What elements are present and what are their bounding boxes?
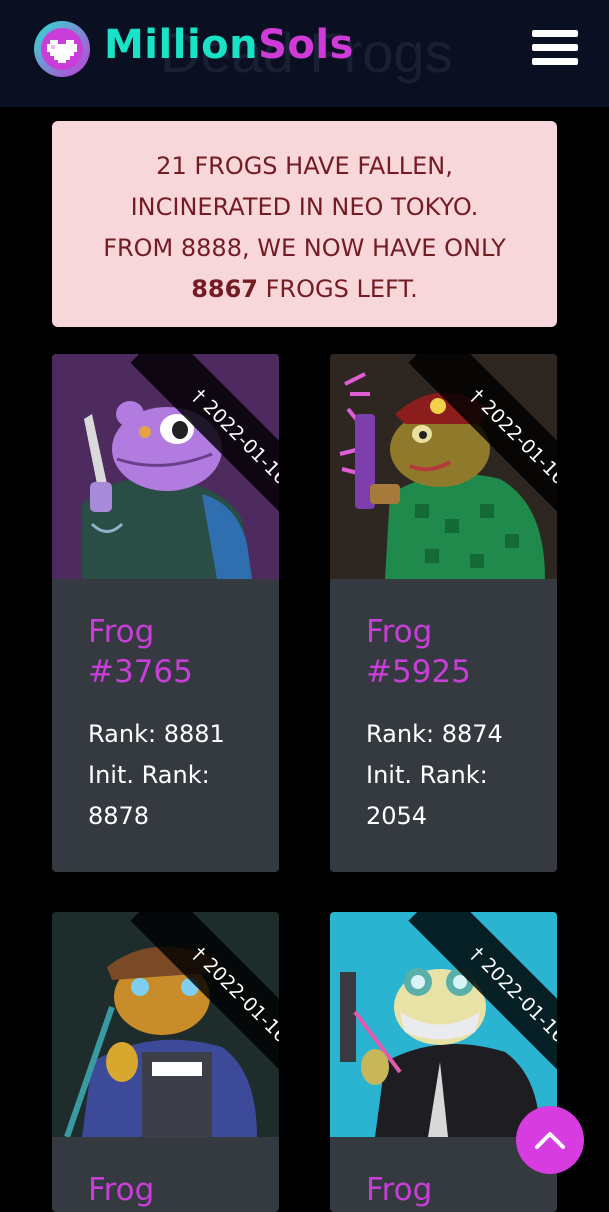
frog-rank-info: Rank: 8874 Init. Rank: 2054 bbox=[366, 714, 546, 837]
frog-card[interactable]: † 2022-01-16 Frog bbox=[52, 912, 279, 1212]
frog-card[interactable]: † 2022-01-16 Frog #3765 Rank: 8881 Init.… bbox=[52, 354, 279, 872]
frog-name-word: Frog bbox=[88, 614, 155, 650]
frog-card[interactable]: † 2022-01-16 Frog #5925 Rank: 8874 Init.… bbox=[330, 354, 557, 872]
navbar: Dead Frogs MillionSols bbox=[0, 0, 609, 107]
brand-logo-text[interactable]: MillionSols bbox=[104, 22, 354, 68]
frog-name[interactable]: Frog #3765 bbox=[88, 612, 268, 692]
chevron-up-icon bbox=[535, 1132, 565, 1149]
frog-image[interactable]: † 2022-01-16 bbox=[52, 912, 279, 1137]
remaining-count: 8867 bbox=[191, 275, 258, 303]
rank-label: Rank: bbox=[366, 720, 442, 748]
frog-rank-info: Rank: 8881 Init. Rank: 8878 bbox=[88, 714, 268, 837]
frog-name-word: Frog bbox=[366, 1172, 433, 1208]
rank-value: 8874 bbox=[441, 720, 503, 748]
init-rank-value: 2054 bbox=[366, 802, 428, 830]
frog-number: #3765 bbox=[88, 654, 193, 690]
frog-image[interactable]: † 2022-01-16 bbox=[330, 354, 557, 579]
frog-name[interactable]: Frog bbox=[88, 1170, 268, 1210]
frog-name-word: Frog bbox=[366, 614, 433, 650]
scroll-to-top-button[interactable] bbox=[516, 1106, 584, 1174]
hamburger-menu-icon[interactable] bbox=[532, 30, 578, 66]
frog-card[interactable]: † 2022-01-16 Frog bbox=[330, 912, 557, 1212]
alert-line-1: 21 FROGS HAVE FALLEN, bbox=[156, 152, 453, 180]
frog-image[interactable]: † 2022-01-16 bbox=[330, 912, 557, 1137]
init-rank-value: 8878 bbox=[88, 802, 150, 830]
alert-line-4: 8867 FROGS LEFT. bbox=[52, 269, 557, 310]
frog-image[interactable]: † 2022-01-16 bbox=[52, 354, 279, 579]
frog-name-word: Frog bbox=[88, 1172, 155, 1208]
fallen-frogs-alert: 21 FROGS HAVE FALLEN, INCINERATED IN NEO… bbox=[52, 121, 557, 327]
frog-name[interactable]: Frog #5925 bbox=[366, 612, 546, 692]
init-rank-label: Init. Rank: bbox=[366, 761, 488, 789]
frog-name[interactable]: Frog bbox=[366, 1170, 546, 1210]
alert-line-3: FROM 8888, WE NOW HAVE ONLY bbox=[103, 234, 506, 262]
pixel-heart-icon[interactable] bbox=[33, 20, 91, 78]
alert-line-2: INCINERATED IN NEO TOKYO. bbox=[130, 193, 479, 221]
rank-value: 8881 bbox=[163, 720, 225, 748]
brand-part2: Sols bbox=[258, 22, 354, 68]
frog-number: #5925 bbox=[366, 654, 471, 690]
init-rank-label: Init. Rank: bbox=[88, 761, 210, 789]
rank-label: Rank: bbox=[88, 720, 164, 748]
brand-part1: Million bbox=[104, 22, 259, 68]
alert-line-4-suffix: FROGS LEFT. bbox=[257, 275, 418, 303]
